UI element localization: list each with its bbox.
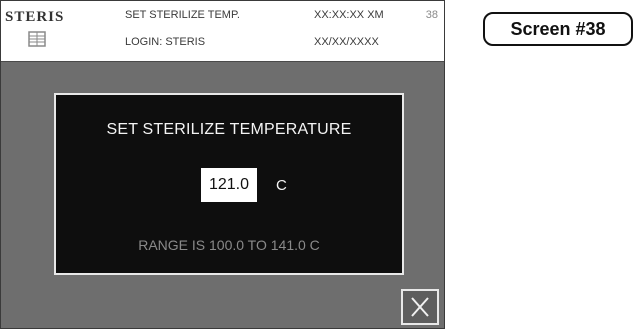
dialog-title: SET STERILIZE TEMPERATURE bbox=[106, 121, 352, 138]
steris-logo: STERIS bbox=[5, 7, 77, 55]
screen-number: 38 bbox=[425, 9, 438, 21]
brand-name: STERIS bbox=[5, 9, 65, 25]
close-button[interactable] bbox=[401, 289, 439, 325]
screen-label: Screen #38 bbox=[483, 12, 633, 46]
clock-date: XX/XX/XXXX bbox=[314, 36, 379, 48]
set-temperature-dialog: SET STERILIZE TEMPERATURE 121.0 C RANGE … bbox=[54, 93, 404, 275]
sterilizer-icon bbox=[28, 31, 46, 47]
clock-time: XX:XX:XX XM bbox=[314, 9, 384, 21]
screen-title: SET STERILIZE TEMP. bbox=[125, 9, 240, 21]
device-screen: STERIS SET STERILIZE TEMP. LOGIN: STERIS… bbox=[0, 0, 445, 329]
header-bar: STERIS SET STERILIZE TEMP. LOGIN: STERIS… bbox=[1, 1, 444, 62]
login-status: LOGIN: STERIS bbox=[125, 36, 206, 48]
close-icon bbox=[411, 297, 429, 317]
range-hint: RANGE IS 100.0 TO 141.0 C bbox=[138, 237, 320, 253]
temperature-input[interactable]: 121.0 bbox=[201, 168, 257, 202]
temperature-unit: C bbox=[276, 177, 287, 194]
